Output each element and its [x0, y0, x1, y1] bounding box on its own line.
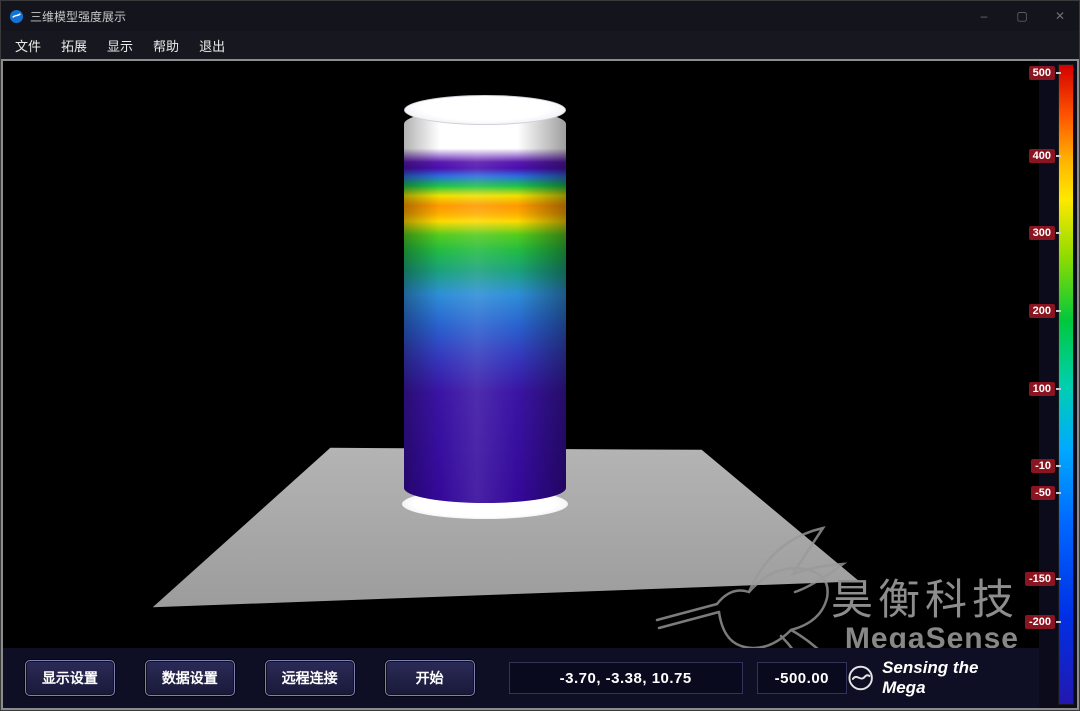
brand-logo-row: Sensing the Mega: [847, 658, 1027, 698]
menu-extend[interactable]: 拓展: [51, 31, 97, 59]
menu-file[interactable]: 文件: [5, 31, 51, 59]
minimize-button[interactable]: –: [965, 1, 1003, 31]
scale-value-readout: -500.00: [756, 662, 847, 694]
content-area: 昊衡科技 MegaSense 显示设置 数据设置 远程连接 开始 -3.70, …: [1, 59, 1079, 710]
brand-tagline: Sensing the Mega: [882, 658, 979, 697]
menu-exit[interactable]: 退出: [189, 31, 235, 59]
menu-display[interactable]: 显示: [97, 31, 143, 59]
cylinder-shading: [404, 109, 566, 503]
close-button[interactable]: ✕: [1041, 1, 1079, 31]
window-title: 三维模型强度展示: [30, 9, 127, 24]
app-logo-icon: [9, 9, 24, 23]
coordinate-readout: -3.70, -3.38, 10.75: [508, 662, 743, 694]
colorbar-gradient: [1058, 64, 1074, 705]
control-bar: 显示设置 数据设置 远程连接 开始 -3.70, -3.38, 10.75 -5…: [3, 648, 1039, 708]
color-scale-panel: 500 400 300 200 100 -10 -50 -150 -200: [1024, 61, 1077, 708]
title-bar: 三维模型强度展示 – ▢ ✕: [1, 1, 1079, 31]
app-window: 三维模型强度展示 – ▢ ✕ 文件 拓展 显示 帮助 退出 昊衡科技 MegaS…: [0, 0, 1080, 711]
window-controls: – ▢ ✕: [965, 1, 1079, 31]
display-settings-button[interactable]: 显示设置: [25, 660, 115, 696]
start-button[interactable]: 开始: [384, 660, 475, 696]
maximize-button[interactable]: ▢: [1003, 1, 1041, 31]
company-name-cn: 昊衡科技: [830, 575, 1019, 623]
3d-viewport[interactable]: 昊衡科技 MegaSense 显示设置 数据设置 远程连接 开始 -3.70, …: [3, 61, 1039, 708]
menu-bar: 文件 拓展 显示 帮助 退出: [1, 31, 1079, 59]
megasense-logo-icon: [848, 665, 873, 691]
menu-help[interactable]: 帮助: [143, 31, 189, 59]
data-settings-button[interactable]: 数据设置: [144, 660, 235, 696]
cylinder-top-cap: [404, 95, 566, 125]
company-watermark: 昊衡科技 MegaSense: [830, 575, 1019, 656]
hummingbird-watermark-icon: [655, 526, 848, 666]
remote-connect-button[interactable]: 远程连接: [264, 660, 355, 696]
